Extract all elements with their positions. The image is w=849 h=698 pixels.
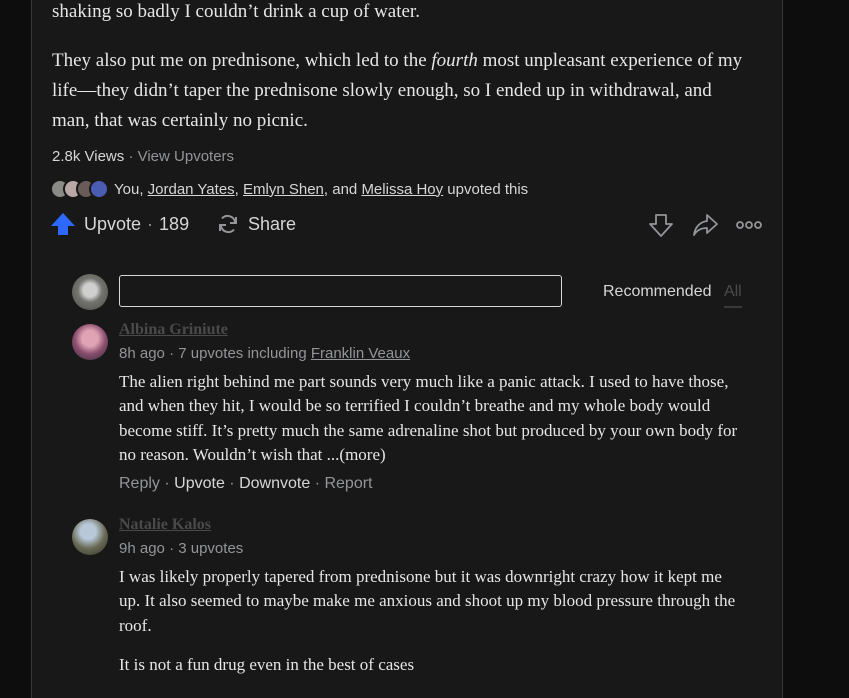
- comment-meta-separator: ·: [169, 540, 175, 557]
- comment-reply-button[interactable]: Reply: [119, 475, 160, 492]
- stats-separator: ·: [128, 148, 134, 165]
- comment-actions-separator: ·: [229, 475, 235, 492]
- upvote-label: Upvote: [84, 213, 142, 234]
- comment-actions: Reply · Upvote · Downvote · Report: [119, 475, 373, 493]
- upvoter-you: You,: [114, 180, 144, 198]
- comment-body: I was likely properly tapered from predn…: [119, 565, 739, 677]
- comment-actions-separator: ·: [314, 475, 321, 492]
- upvoter-link[interactable]: Jordan Yates: [148, 181, 235, 198]
- view-upvoters-link[interactable]: View Upvoters: [138, 148, 234, 165]
- comment-upvoter-link[interactable]: Franklin Veaux: [311, 345, 410, 362]
- answer-action-bar: Upvote · 189 Share: [50, 212, 762, 238]
- comment-meta: 8h ago · 7 upvotes including Franklin Ve…: [119, 345, 410, 362]
- upvoter-separator: ,: [234, 180, 239, 198]
- avatar[interactable]: [89, 179, 109, 199]
- answer-text-italic: fourth: [431, 50, 478, 71]
- comment-meta: 9h ago · 3 upvotes: [119, 540, 243, 557]
- share-cycle-icon: [219, 214, 237, 234]
- comment-upvotes: 7 upvotes including: [178, 345, 307, 362]
- views-count: 2.8k Views: [52, 148, 125, 165]
- upvote-arrow-icon: [51, 213, 75, 235]
- answer-secondary-actions: [648, 212, 762, 238]
- comment-upvotes: 3 upvotes: [178, 540, 244, 557]
- comment-author[interactable]: Albina Griniute: [119, 321, 228, 339]
- comment-time: 8h ago: [119, 345, 165, 362]
- comment-input[interactable]: [119, 275, 562, 307]
- comment-text: The alien right behind me part sounds ve…: [119, 372, 738, 464]
- upvoter-avatars: [50, 179, 109, 199]
- answer-stats: 2.8k Views · View Upvoters: [52, 148, 234, 166]
- comment-downvote-button[interactable]: Downvote: [239, 475, 310, 492]
- upvoted-suffix: upvoted this: [447, 180, 529, 198]
- answer-paragraph-top: shaking so badly I couldn’t drink a cup …: [52, 1, 420, 22]
- forward-arrow-icon[interactable]: [692, 212, 718, 238]
- comment-text: I was likely properly tapered from predn…: [119, 567, 736, 635]
- comment-author[interactable]: Natalie Kalos: [119, 516, 211, 534]
- upvoter-and: , and: [323, 180, 358, 198]
- comment-report-button[interactable]: Report: [324, 475, 372, 492]
- upvote-count: 189: [159, 213, 190, 234]
- comment-text: It is not a fun drug even in the best of…: [119, 654, 415, 674]
- more-dots-icon[interactable]: [736, 212, 762, 238]
- comment-meta-separator: ·: [169, 345, 175, 362]
- share-label: Share: [248, 213, 297, 234]
- avatar[interactable]: [72, 519, 108, 555]
- upvote-separator: ·: [147, 213, 154, 234]
- sort-recommended[interactable]: Recommended: [603, 283, 712, 300]
- sort-all[interactable]: All: [723, 283, 742, 308]
- comment-upvote-button[interactable]: Upvote: [174, 475, 225, 492]
- share-button[interactable]: Share: [216, 212, 296, 236]
- answer-text: They also put me on prednisone, which le…: [52, 50, 432, 71]
- upvoter-link[interactable]: Emlyn Shen: [243, 181, 324, 198]
- avatar[interactable]: [72, 324, 108, 360]
- comment-sort: Recommended All: [603, 283, 742, 308]
- downvote-arrow-icon[interactable]: [648, 212, 674, 238]
- avatar: [72, 274, 108, 310]
- comment-time: 9h ago: [119, 540, 165, 557]
- upvoters-row: You, Jordan Yates, Emlyn Shen, and Melis…: [50, 178, 528, 200]
- comment-more-link[interactable]: (more): [339, 445, 385, 464]
- comment-body: The alien right behind me part sounds ve…: [119, 370, 739, 467]
- answer-paragraph: They also put me on prednisone, which le…: [52, 46, 752, 136]
- upvoter-link[interactable]: Melissa Hoy: [361, 181, 443, 198]
- comment-actions-separator: ·: [164, 475, 170, 492]
- upvote-button[interactable]: Upvote · 189: [50, 212, 189, 236]
